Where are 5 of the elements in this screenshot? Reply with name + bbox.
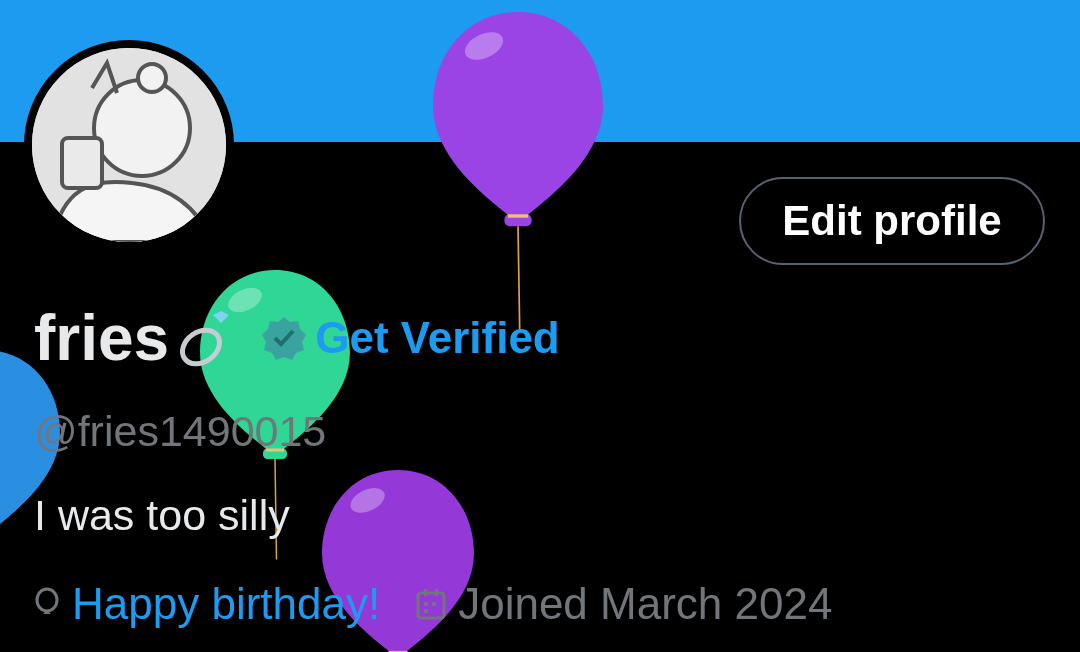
calendar-icon (416, 588, 447, 620)
display-name: fries (34, 303, 170, 373)
edit-profile-button[interactable]: Edit profile (739, 177, 1045, 265)
join-date: Joined March 2024 (458, 579, 833, 629)
verified-badge-icon (261, 315, 308, 361)
